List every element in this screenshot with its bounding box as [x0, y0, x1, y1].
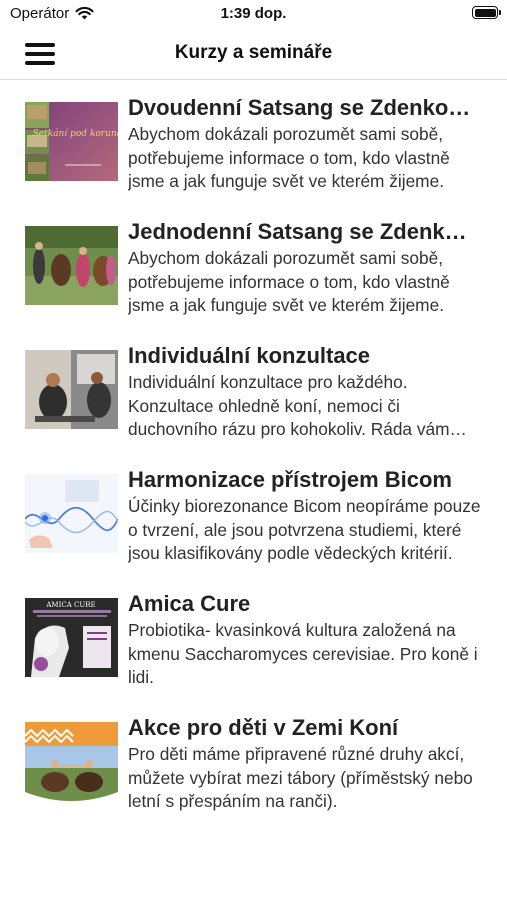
battery-icon	[472, 6, 501, 19]
course-item-amica-cure[interactable]: AMICA CURE Amica Cure Probiotika- kvasin…	[0, 586, 507, 710]
course-thumbnail	[25, 226, 118, 305]
page-title: Kurzy a semináře	[174, 42, 333, 63]
navigation-bar: Kurzy a semináře	[0, 30, 507, 80]
course-thumbnail: Setkání pod korunami	[25, 102, 118, 181]
course-item-kids-events[interactable]: Akce pro děti v Zemi Koní Pro děti máme …	[0, 710, 507, 834]
course-title: Dvoudenní Satsang se Zdenkou Tomanovou	[128, 95, 478, 120]
course-title: Amica Cure	[128, 591, 251, 616]
course-thumbnail: AMICA CURE	[25, 598, 118, 677]
course-title: Harmonizace přístrojem Bicom	[128, 467, 452, 492]
thumbnail-text: Setkání pod korunami	[33, 128, 118, 139]
thumbnail-text: AMICA CURE	[45, 601, 95, 609]
course-description: Abychom dokázali porozumět sami sobě, po…	[128, 248, 450, 315]
status-bar: Operátor 1:39 dop.	[0, 0, 507, 30]
course-item-consultation[interactable]: Individuální konzultace Individuální kon…	[0, 338, 507, 462]
course-title: Akce pro děti v Zemi Koní	[128, 715, 399, 740]
course-description: Pro děti máme připravené různé druhy akc…	[128, 744, 473, 811]
course-description: Abychom dokázali porozumět sami sobě, po…	[128, 124, 450, 191]
course-item-bicom[interactable]: Harmonizace přístrojem Bicom Účinky bior…	[0, 462, 507, 586]
course-list: Setkání pod korunami Dvoudenní Satsang s…	[0, 90, 507, 834]
course-item-satsang-1day[interactable]: Jednodenní Satsang se Zdenkou Tomanovou …	[0, 214, 507, 338]
course-description: Individuální konzultace pro každého. Kon…	[128, 372, 450, 439]
status-time: 1:39 dop.	[220, 5, 287, 22]
course-thumbnail	[25, 722, 118, 801]
course-item-satsang-2day[interactable]: Setkání pod korunami Dvoudenní Satsang s…	[0, 90, 507, 214]
course-title: Jednodenní Satsang se Zdenkou Tomanovou	[128, 219, 478, 244]
course-thumbnail	[25, 350, 118, 429]
course-description: Probiotika- kvasinková kultura založená …	[128, 620, 478, 687]
course-description: Účinky biorezonance Bicom neopíráme pouz…	[128, 496, 481, 563]
course-thumbnail	[25, 474, 118, 553]
course-title: Individuální konzultace	[128, 343, 371, 368]
